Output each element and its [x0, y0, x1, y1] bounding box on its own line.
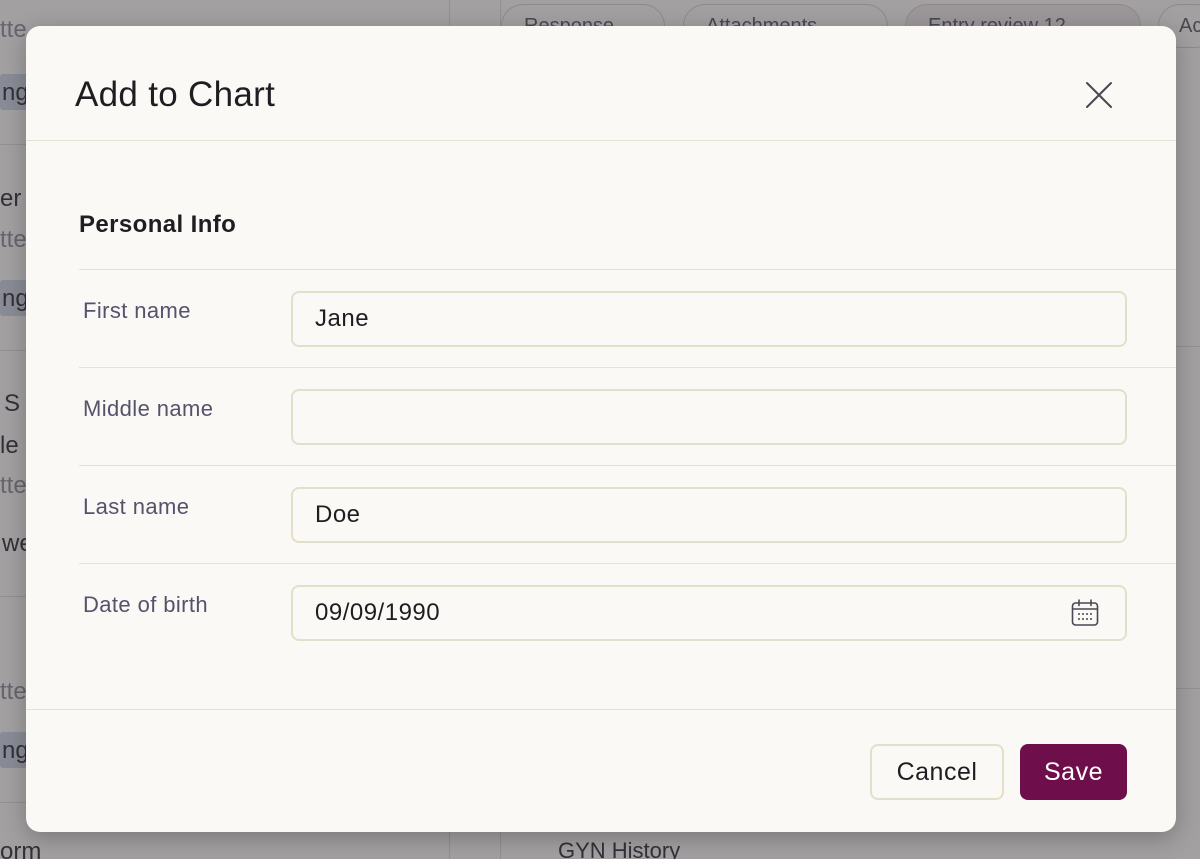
calendar-icon [1071, 599, 1099, 626]
first-name-field[interactable] [291, 291, 1127, 347]
middle-name-label: Middle name [83, 396, 214, 421]
dialog-title: Add to Chart [75, 75, 276, 114]
close-button[interactable] [1082, 78, 1116, 112]
form-row-date-of-birth: Date of birth [79, 563, 1176, 661]
cancel-button[interactable]: Cancel [870, 744, 1004, 800]
dialog-footer: Cancel Save [26, 709, 1176, 832]
close-icon [1086, 82, 1112, 108]
form-row-last-name: Last name [79, 465, 1176, 563]
first-name-label: First name [83, 298, 191, 323]
form-row-middle-name: Middle name [79, 367, 1176, 465]
date-of-birth-field[interactable] [291, 585, 1127, 641]
add-to-chart-dialog: Add to Chart Personal Info First name Mi… [26, 26, 1176, 832]
dialog-header: Add to Chart [26, 26, 1176, 141]
date-of-birth-label: Date of birth [83, 592, 209, 617]
last-name-label: Last name [83, 494, 190, 519]
calendar-button[interactable] [1070, 598, 1100, 628]
save-button[interactable]: Save [1020, 744, 1127, 800]
section-title-personal-info: Personal Info [79, 211, 237, 238]
last-name-field[interactable] [291, 487, 1127, 543]
form-row-first-name: First name [79, 269, 1176, 367]
middle-name-field[interactable] [291, 389, 1127, 445]
